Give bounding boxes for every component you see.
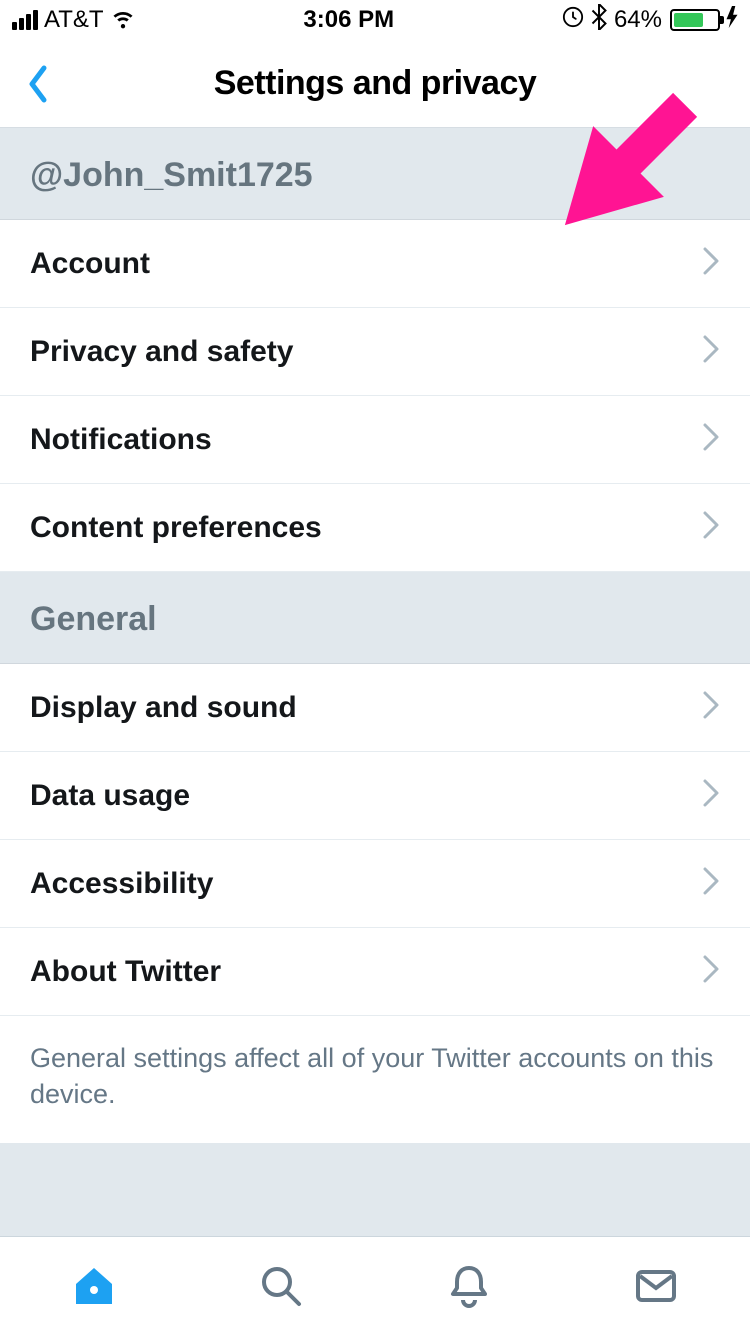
row-privacy-safety[interactable]: Privacy and safety	[0, 308, 750, 396]
back-button[interactable]	[16, 62, 60, 106]
signal-icon	[12, 10, 38, 30]
tab-bar	[0, 1236, 750, 1334]
row-display-sound[interactable]: Display and sound	[0, 664, 750, 752]
general-footer-note: General settings affect all of your Twit…	[0, 1016, 750, 1143]
bell-icon	[445, 1262, 493, 1310]
nav-header: Settings and privacy	[0, 40, 750, 128]
row-label: Data usage	[30, 779, 190, 813]
battery-icon	[670, 9, 720, 31]
home-icon	[70, 1262, 118, 1310]
row-notifications[interactable]: Notifications	[0, 396, 750, 484]
chevron-right-icon	[702, 422, 720, 457]
wifi-icon	[110, 4, 136, 37]
page-title: Settings and privacy	[214, 64, 537, 103]
row-label: Notifications	[30, 423, 212, 457]
row-accessibility[interactable]: Accessibility	[0, 840, 750, 928]
status-right: 64%	[562, 4, 738, 37]
status-left: AT&T	[12, 4, 136, 37]
empty-spacer	[0, 1143, 750, 1236]
search-icon	[257, 1262, 305, 1310]
bluetooth-icon	[590, 4, 608, 37]
chevron-right-icon	[702, 954, 720, 989]
chevron-right-icon	[702, 778, 720, 813]
status-time: 3:06 PM	[303, 6, 394, 34]
tab-search[interactable]	[253, 1258, 309, 1314]
chevron-right-icon	[702, 510, 720, 545]
rotation-lock-icon	[562, 6, 584, 35]
tab-home[interactable]	[66, 1258, 122, 1314]
row-content-preferences[interactable]: Content preferences	[0, 484, 750, 572]
charging-icon	[726, 6, 738, 35]
status-bar: AT&T 3:06 PM 64%	[0, 0, 750, 40]
row-label: About Twitter	[30, 955, 221, 989]
tab-notifications[interactable]	[441, 1258, 497, 1314]
row-label: Privacy and safety	[30, 335, 293, 369]
chevron-right-icon	[702, 334, 720, 369]
mail-icon	[632, 1262, 680, 1310]
tab-messages[interactable]	[628, 1258, 684, 1314]
carrier-label: AT&T	[44, 6, 104, 34]
row-about-twitter[interactable]: About Twitter	[0, 928, 750, 1016]
row-label: Account	[30, 247, 150, 281]
row-label: Content preferences	[30, 511, 322, 545]
section-header-user: @John_Smit1725	[0, 128, 750, 220]
chevron-right-icon	[702, 246, 720, 281]
row-label: Display and sound	[30, 691, 297, 725]
chevron-left-icon	[26, 64, 50, 104]
chevron-right-icon	[702, 690, 720, 725]
section-header-general: General	[0, 572, 750, 664]
row-account[interactable]: Account	[0, 220, 750, 308]
battery-percent: 64%	[614, 6, 662, 34]
chevron-right-icon	[702, 866, 720, 901]
row-label: Accessibility	[30, 867, 213, 901]
row-data-usage[interactable]: Data usage	[0, 752, 750, 840]
